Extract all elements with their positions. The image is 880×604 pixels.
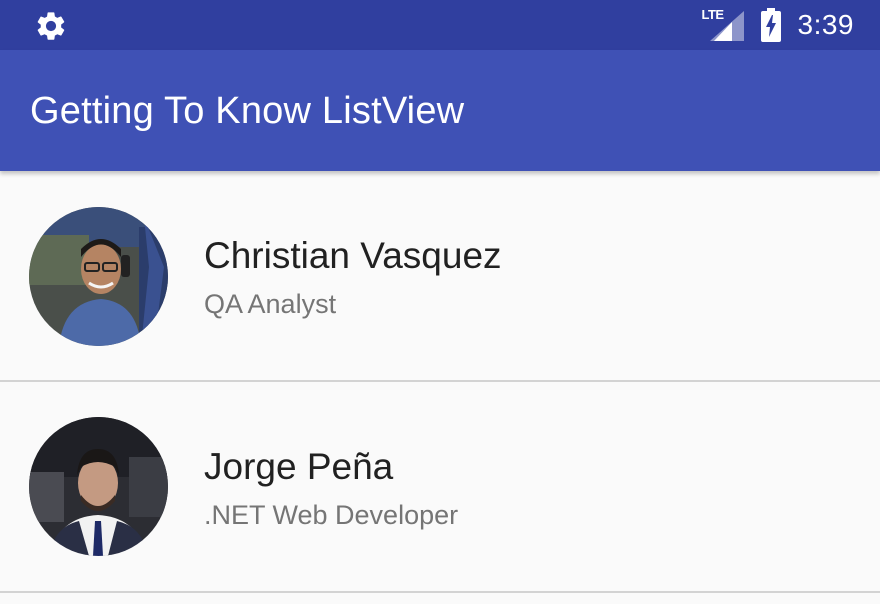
signal-icon — [709, 11, 744, 41]
avatar-photo — [29, 417, 168, 556]
battery-charging-icon — [760, 8, 781, 42]
network-indicator: LTE — [702, 7, 744, 41]
status-bar: LTE 3:39 — [0, 0, 880, 50]
list-item-role: .NET Web Developer — [204, 500, 459, 530]
avatar — [29, 417, 168, 556]
gear-icon[interactable] — [34, 9, 68, 43]
avatar — [29, 207, 168, 346]
status-clock: 3:39 — [797, 9, 854, 40]
avatar-photo — [29, 207, 168, 346]
app-bar: Getting To Know ListView — [0, 50, 880, 171]
page-title: Getting To Know ListView — [30, 90, 465, 132]
list-item-name: Christian Vasquez — [204, 235, 502, 276]
list-item[interactable]: Christian Vasquez QA Analyst — [0, 171, 880, 382]
list-item-role: QA Analyst — [204, 289, 337, 319]
list-item-name: Jorge Peña — [204, 446, 394, 487]
divider — [0, 591, 880, 593]
contact-list: Christian Vasquez QA Analyst Jorge Peña … — [0, 171, 880, 593]
list-item[interactable]: Jorge Peña .NET Web Developer — [0, 382, 880, 593]
